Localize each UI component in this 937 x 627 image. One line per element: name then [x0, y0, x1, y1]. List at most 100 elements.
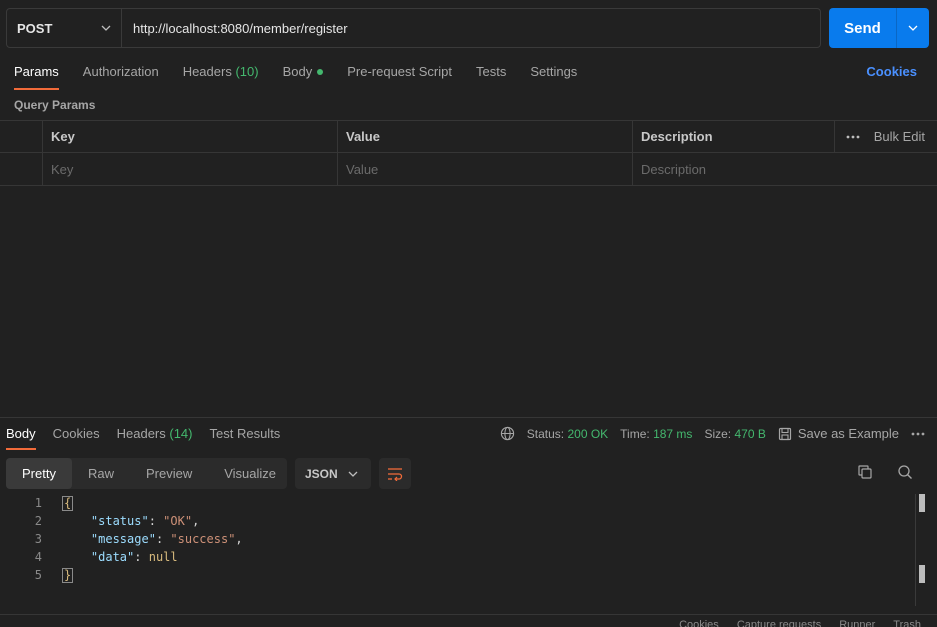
description-header: Description [633, 121, 835, 152]
json-null: null [148, 550, 178, 564]
code-text: "status": "OK", [90, 514, 200, 528]
status-value[interactable]: 200 OK [567, 427, 608, 441]
query-params-title: Query Params [14, 98, 96, 112]
view-visualize[interactable]: Visualize [208, 458, 292, 489]
scrollbar-marker-top[interactable] [919, 494, 925, 512]
tab-label: Authorization [82, 64, 159, 79]
key-input[interactable]: Key [43, 153, 338, 185]
tab-headers[interactable]: Headers (10) [183, 64, 259, 90]
tab-label: Test Results [209, 426, 281, 441]
response-headers-count: (14) [169, 426, 193, 441]
request-bar: POST [6, 8, 821, 48]
key-header: Key [43, 121, 338, 152]
format-label: JSON [305, 466, 338, 481]
chevron-down-icon [101, 25, 111, 31]
response-body-code[interactable]: 1 { 2 "status": "OK", 3 "message": "succ… [0, 494, 915, 584]
close-brace: } [62, 567, 74, 583]
view-preview[interactable]: Preview [130, 458, 208, 489]
code-line: 4 "data": null [0, 548, 915, 566]
footer-runner[interactable]: Runner [839, 619, 875, 627]
cookies-link[interactable]: Cookies [866, 64, 917, 79]
code-text: { [42, 495, 74, 511]
tab-body[interactable]: Body [283, 64, 324, 90]
request-tabs: Params Authorization Headers (10) Body P… [14, 64, 577, 90]
code-text: "message": "success", [90, 532, 243, 546]
time-value[interactable]: 187 ms [653, 427, 692, 441]
footer-items: Cookies Capture requests Runner Trash [679, 619, 921, 627]
tab-pre-request-script[interactable]: Pre-request Script [347, 64, 452, 90]
tab-label: Headers [116, 426, 166, 441]
code-line: 5 } [0, 566, 915, 584]
method-label: POST [17, 20, 53, 36]
open-brace: { [62, 495, 74, 511]
url-input[interactable] [122, 9, 820, 47]
bulk-edit-button[interactable]: Bulk Edit [874, 129, 925, 144]
save-as-example-button[interactable]: Save as Example [778, 426, 899, 441]
table-row: Key Value Description [0, 153, 937, 186]
response-tabs: Body Cookies Headers (14) Test Results [6, 426, 280, 450]
send-button[interactable]: Send [829, 8, 897, 48]
chevron-down-icon [908, 25, 918, 31]
search-icon[interactable] [897, 464, 913, 480]
panel-divider[interactable] [0, 417, 937, 418]
tab-label: Cookies [52, 426, 100, 441]
wrap-lines-button[interactable] [379, 458, 411, 489]
footer-cookies[interactable]: Cookies [679, 619, 719, 627]
footer-trash[interactable]: Trash [893, 619, 921, 627]
tab-params[interactable]: Params [14, 64, 59, 90]
format-select[interactable]: JSON [295, 458, 371, 489]
tab-settings[interactable]: Settings [530, 64, 577, 90]
view-pretty[interactable]: Pretty [6, 458, 72, 489]
row-checkbox-cell [0, 153, 43, 185]
checkbox-column [0, 121, 43, 152]
code-line: 3 "message": "success", [0, 530, 915, 548]
json-key: "data" [90, 550, 135, 564]
line-number: 2 [34, 514, 42, 528]
wrap-lines-icon [388, 467, 403, 481]
footer-capture-requests[interactable]: Capture requests [737, 619, 821, 627]
globe-icon[interactable] [500, 426, 515, 441]
description-input[interactable]: Description [633, 153, 835, 185]
save-icon [778, 427, 791, 440]
json-string: "success" [170, 532, 236, 546]
scrollbar-marker-bottom[interactable] [919, 565, 925, 583]
line-number: 5 [34, 568, 42, 582]
scrollbar-track[interactable] [915, 494, 916, 606]
copy-icon[interactable] [857, 464, 873, 480]
params-table: Key Value Description Bulk Edit Key Valu… [0, 120, 937, 186]
tab-label: Settings [530, 64, 578, 79]
tab-test-results[interactable]: Test Results [210, 426, 281, 450]
method-select[interactable]: POST [7, 9, 122, 47]
body-indicator-dot [317, 68, 324, 75]
size-value[interactable]: 470 B [734, 427, 765, 441]
json-key: "status" [90, 514, 149, 528]
tab-response-cookies[interactable]: Cookies [53, 426, 100, 450]
headers-count: (10) [235, 64, 259, 79]
json-string: "OK" [163, 514, 193, 528]
tab-label: Headers [182, 64, 232, 79]
chevron-down-icon [348, 471, 358, 477]
code-line: 2 "status": "OK", [0, 512, 915, 530]
table-header-row: Key Value Description Bulk Edit [0, 120, 937, 153]
json-key: "message" [90, 532, 156, 546]
tab-authorization[interactable]: Authorization [83, 64, 159, 90]
more-options-icon[interactable] [846, 135, 860, 139]
line-number: 3 [34, 532, 42, 546]
tab-tests[interactable]: Tests [476, 64, 506, 90]
size-label: Size: [704, 426, 732, 441]
send-options-button[interactable] [897, 8, 929, 48]
time-info: Time: 187 ms [620, 427, 692, 441]
send-button-group: Send [829, 8, 929, 48]
value-input[interactable]: Value [338, 153, 633, 185]
save-as-example-label: Save as Example [797, 426, 899, 441]
tab-response-body[interactable]: Body [6, 426, 36, 450]
tab-label: Params [14, 64, 59, 79]
line-number: 4 [34, 550, 42, 564]
line-number: 1 [34, 496, 42, 510]
view-mode-switch: Pretty Raw Preview Visualize [6, 458, 287, 489]
size-info: Size: 470 B [704, 427, 765, 441]
more-options-icon[interactable] [911, 432, 925, 436]
tab-label: Pre-request Script [347, 64, 452, 79]
view-raw[interactable]: Raw [72, 458, 130, 489]
tab-response-headers[interactable]: Headers (14) [117, 426, 193, 450]
